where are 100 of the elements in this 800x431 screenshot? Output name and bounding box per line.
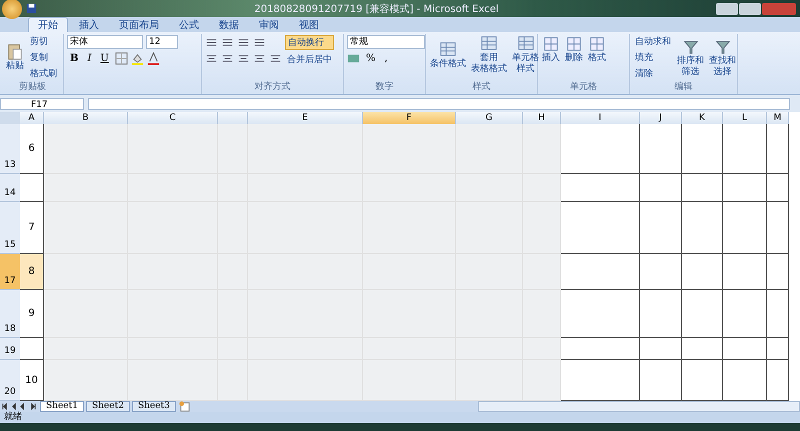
editing-button[interactable]: 填充 (633, 51, 673, 64)
table-cell: 8 (20, 254, 44, 290)
column-header[interactable]: K (682, 112, 723, 124)
row-header[interactable]: 20 (0, 360, 20, 401)
table-cell (640, 290, 682, 338)
blurred-cell (523, 360, 561, 401)
table-cell (640, 174, 682, 202)
formula-field[interactable] (88, 98, 790, 110)
editing-button[interactable]: 清除 (633, 67, 673, 80)
column-header[interactable]: H (523, 112, 561, 124)
cell-grid-icon (542, 35, 560, 53)
clipboard-button[interactable]: 剪切 (28, 35, 59, 48)
group-label: 剪贴板 (19, 80, 46, 93)
styles-button[interactable]: 条件格式 (429, 40, 467, 70)
font-name-dropdown[interactable]: 宋体 (67, 35, 143, 49)
font-color-icon[interactable] (146, 52, 160, 65)
editing-button[interactable]: 查找和 选择 (708, 38, 737, 78)
clipboard-icon (6, 43, 24, 61)
table-cell (682, 174, 723, 202)
new-sheet-icon[interactable] (178, 400, 191, 413)
ribbon-tab[interactable]: 数据 (210, 17, 248, 32)
ribbon-tab[interactable]: 插入 (70, 17, 108, 32)
sheet-tab[interactable]: Sheet2 (86, 401, 130, 412)
ribbon-tab[interactable]: 页面布局 (110, 17, 168, 32)
blurred-cell (218, 124, 248, 174)
editing-button[interactable]: 排序和 筛选 (676, 38, 705, 78)
table-cell (767, 254, 789, 290)
row-header[interactable]: 19 (0, 338, 20, 360)
maximize-button[interactable] (739, 2, 761, 14)
merge-center-button[interactable]: 合并后居中 (285, 53, 334, 66)
minimize-button[interactable] (716, 2, 738, 14)
group-label: 对齐方式 (254, 80, 290, 93)
clipboard-button[interactable]: 格式刷 (28, 67, 59, 80)
table-cell (640, 124, 682, 174)
row-header[interactable]: 15 (0, 202, 20, 254)
group-label: 数字 (376, 80, 394, 93)
cells-button[interactable]: 插入 (541, 35, 561, 64)
styles-button[interactable]: 单元格 样式 (511, 35, 540, 75)
ribbon-tab[interactable]: 审阅 (250, 17, 288, 32)
row-header[interactable]: 17 (0, 254, 20, 290)
number-format-dropdown[interactable]: 常规 (347, 35, 425, 49)
row-header[interactable]: 14 (0, 174, 20, 202)
column-header[interactable]: G (456, 112, 523, 124)
blurred-cell (523, 124, 561, 174)
table-cell (723, 174, 767, 202)
office-button[interactable] (2, 0, 22, 18)
font-style-button[interactable]: U (97, 53, 112, 64)
column-header[interactable]: L (723, 112, 767, 124)
styles-button[interactable]: 套用 表格格式 (470, 35, 508, 75)
column-header[interactable]: C (128, 112, 218, 124)
group-label: 样式 (472, 80, 490, 93)
status-text: 就绪 (4, 412, 22, 422)
name-box[interactable]: F17 (0, 98, 84, 110)
table-icon (439, 40, 457, 58)
table-cell (682, 290, 723, 338)
column-header[interactable]: B (44, 112, 128, 124)
sheet-tab[interactable]: Sheet3 (132, 401, 176, 412)
wrap-text-button[interactable]: 自动换行 (285, 35, 334, 50)
ribbon-tab[interactable]: 公式 (170, 17, 208, 32)
comma-button[interactable]: , (382, 53, 391, 64)
table-icon (480, 35, 498, 53)
table-cell (640, 338, 682, 360)
table-cell (723, 254, 767, 290)
row-header[interactable]: 13 (0, 124, 20, 174)
font-size-dropdown[interactable]: 12 (146, 35, 178, 49)
font-style-button[interactable]: B (67, 53, 82, 64)
blurred-cell (523, 254, 561, 290)
sheet-tab[interactable]: Sheet1 (40, 401, 84, 412)
save-icon[interactable] (26, 3, 37, 14)
sheet-navigation-icon[interactable] (0, 402, 38, 411)
table-cell (682, 202, 723, 254)
blurred-cell (523, 338, 561, 360)
column-header[interactable]: J (640, 112, 682, 124)
row-header[interactable]: 18 (0, 290, 20, 338)
blurred-cell (523, 202, 561, 254)
cell-grid-icon (565, 35, 583, 53)
border-icon[interactable] (114, 52, 128, 65)
ribbon-tab[interactable]: 开始 (28, 17, 68, 32)
editing-button[interactable]: 自动求和 (633, 35, 673, 48)
column-header[interactable]: A (20, 112, 44, 124)
window-title: 20180828091207719 [兼容模式] - Microsoft Excel (253, 2, 500, 16)
paste-button[interactable]: 粘贴 (5, 43, 25, 72)
cells-button[interactable]: 格式 (587, 35, 607, 64)
column-header[interactable]: I (561, 112, 640, 124)
table-cell (640, 202, 682, 254)
ribbon-tab[interactable]: 视图 (290, 17, 328, 32)
fill-color-icon[interactable] (130, 52, 144, 65)
table-cell (767, 202, 789, 254)
column-header[interactable]: E (248, 112, 363, 124)
group-label: 编辑 (674, 80, 692, 93)
clipboard-button[interactable]: 复制 (28, 51, 59, 64)
cells-button[interactable]: 删除 (564, 35, 584, 64)
table-cell (723, 290, 767, 338)
column-header[interactable]: M (767, 112, 789, 124)
column-header[interactable]: F (363, 112, 456, 124)
horizontal-scrollbar[interactable] (478, 401, 800, 412)
blurred-cell (218, 360, 248, 401)
group-label: 单元格 (570, 80, 597, 93)
font-style-button[interactable]: I (84, 53, 94, 64)
percent-button[interactable]: % (363, 53, 379, 64)
